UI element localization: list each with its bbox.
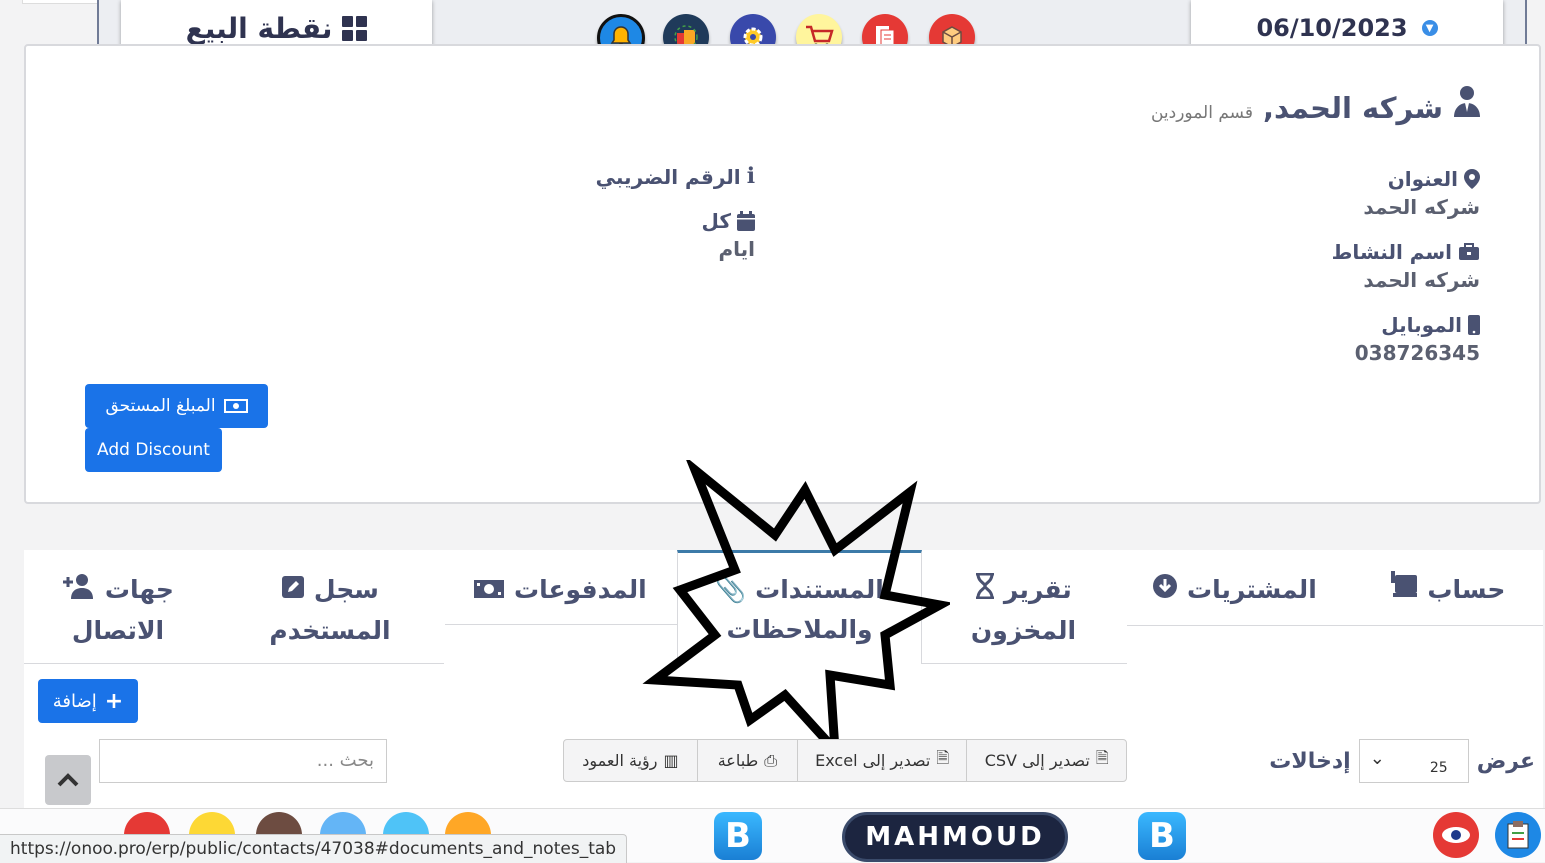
pay-term-label: كل — [701, 209, 731, 233]
export-excel-label: تصدير إلى Excel — [815, 751, 931, 770]
tab-divider — [1127, 625, 1543, 626]
tax-number-block: ℹ الرقم الضريبي — [596, 164, 755, 189]
chevron-down-icon: ⌄ — [1369, 748, 1385, 769]
business-value: شركه الحمد — [1363, 268, 1480, 292]
print-icon: ⎙ — [764, 750, 778, 770]
csv-file-icon: 🗎 — [1095, 748, 1109, 767]
tab-purchases[interactable]: المشتريات — [1127, 570, 1342, 611]
mobile-phone-icon — [1468, 315, 1480, 335]
user-plus-icon — [62, 571, 96, 611]
tab-contacts-label-1: جهات — [104, 575, 174, 604]
tax-label: الرقم الضريبي — [595, 164, 741, 189]
search-placeholder: بحث ... — [316, 750, 374, 771]
export-csv-button[interactable]: 🗎 تصدير إلى CSV — [966, 740, 1126, 781]
starburst-highlight — [642, 460, 950, 760]
contact-section: قسم الموردين — [1150, 103, 1253, 123]
money-bill-icon — [223, 399, 248, 413]
print-label: طباعة — [717, 751, 759, 770]
mobile-value: 038726345 — [1354, 341, 1480, 365]
tab-stock-label-1: تقرير — [1003, 575, 1072, 604]
entries-label: إدخالات — [1269, 748, 1351, 774]
scroll-to-top-button[interactable] — [45, 755, 91, 805]
briefcase-icon — [1459, 243, 1479, 260]
tab-log-label-1: سجل — [313, 575, 379, 604]
tab-stock-report[interactable]: تقرير المخزون — [922, 570, 1125, 651]
print-button[interactable]: ⎙ طباعة — [696, 740, 797, 781]
tab-divider — [24, 663, 444, 664]
pos-label: نقطة البيع — [185, 11, 333, 45]
amount-due-label: المبلغ المستحق — [105, 396, 216, 416]
address-block: العنوان شركه الحمد — [1180, 167, 1480, 219]
mobile-block: الموبايل 038726345 — [1180, 313, 1480, 365]
chevron-up-icon — [57, 773, 79, 787]
add-label: إضافة — [52, 690, 97, 712]
tab-account[interactable]: حساب — [1352, 570, 1542, 611]
column-visibility-label: رؤية العمود — [582, 751, 658, 770]
edit-icon — [281, 571, 305, 611]
plus-icon: + — [104, 688, 124, 714]
b-app-icon-2[interactable]: B — [1138, 812, 1186, 860]
pay-term-block: كل ايام — [555, 209, 755, 261]
eye-icon[interactable] — [1433, 812, 1479, 858]
export-csv-label: تصدير إلى CSV — [984, 751, 1090, 770]
business-label: اسم النشاط — [1331, 240, 1452, 264]
entries-value: 25 — [1429, 760, 1448, 776]
b-app-icon[interactable]: B — [714, 812, 762, 860]
calendar-icon — [737, 211, 755, 231]
contact-name: شركه الحمد, — [1262, 91, 1443, 125]
show-label: عرض — [1476, 748, 1535, 774]
excel-file-icon: 🗎 — [936, 748, 950, 767]
tab-contacts[interactable]: جهات الاتصال — [28, 570, 208, 651]
address-value: شركه الحمد — [1363, 195, 1480, 219]
user-tie-icon — [1454, 86, 1480, 117]
map-marker-icon — [1464, 169, 1480, 189]
user-badge[interactable]: MAHMOUD — [842, 812, 1068, 862]
contact-heading: شركه الحمد, قسم الموردين — [1151, 84, 1481, 125]
entries-select[interactable]: 25 ⌄ — [1358, 739, 1469, 783]
pay-term-value: ايام — [718, 237, 755, 261]
grid-icon — [342, 15, 368, 41]
entries-length-control: عرض 25 ⌄ إدخالات — [1269, 739, 1535, 783]
money-bill-icon — [473, 571, 505, 611]
tab-payments-label: المدفوعات — [513, 575, 647, 604]
ledger-icon — [1389, 571, 1419, 611]
columns-icon: ▥ — [663, 751, 679, 770]
add-discount-button[interactable]: Add Discount — [85, 428, 222, 472]
mobile-label: الموبايل — [1381, 313, 1462, 337]
export-excel-button[interactable]: 🗎 تصدير إلى Excel — [796, 740, 967, 781]
current-date: 06/10/2023 — [1256, 14, 1408, 42]
arrow-circle-down-icon — [1152, 571, 1178, 611]
tab-log-label-2: المستخدم — [269, 616, 391, 645]
tab-contacts-label-2: الاتصال — [71, 616, 165, 645]
clipboard-icon[interactable] — [1495, 812, 1541, 858]
arrow-down-circle-icon: ▼ — [1421, 20, 1438, 36]
tab-account-label: حساب — [1427, 575, 1506, 604]
address-label: العنوان — [1387, 167, 1458, 191]
add-button[interactable]: إضافة + — [38, 679, 138, 723]
info-icon: ℹ — [746, 164, 755, 189]
amount-due-button[interactable]: المبلغ المستحق — [85, 384, 268, 428]
export-toolbar: 🗎 تصدير إلى CSV 🗎 تصدير إلى Excel ⎙ طباع… — [563, 739, 1127, 782]
search-input[interactable]: بحث ... — [99, 739, 387, 783]
tab-purchases-label: المشتريات — [1186, 575, 1317, 604]
hourglass-icon — [975, 571, 995, 611]
tab-user-log[interactable]: سجل المستخدم — [230, 570, 430, 651]
add-discount-label: Add Discount — [97, 440, 210, 460]
column-visibility-button[interactable]: ▥ رؤية العمود — [564, 740, 697, 781]
business-block: اسم النشاط شركه الحمد — [1180, 240, 1480, 292]
status-url: https://onoo.pro/erp/public/contacts/470… — [0, 834, 628, 863]
tab-stock-label-2: المخزون — [970, 616, 1077, 645]
tab-divider — [922, 663, 1127, 664]
